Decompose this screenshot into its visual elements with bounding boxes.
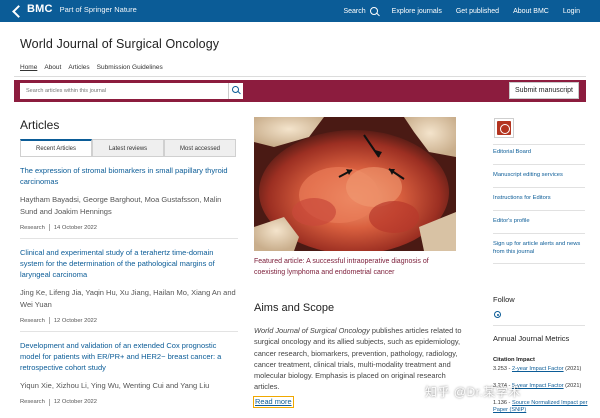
tab-latest-reviews[interactable]: Latest reviews bbox=[92, 139, 164, 156]
search-icon bbox=[232, 86, 239, 93]
sidebar-instructions-editors[interactable]: Instructions for Editors bbox=[493, 194, 585, 202]
springer-nature-tagline: Part of Springer Nature bbox=[59, 4, 137, 14]
submit-manuscript-button[interactable]: Submit manuscript bbox=[509, 82, 579, 99]
article-authors: Yiqun Xie, Xizhou Li, Ying Wu, Wenting C… bbox=[20, 381, 210, 390]
list-item: Clinical and experimental study of a ter… bbox=[20, 247, 238, 324]
featured-article-caption[interactable]: Featured article: A successful intraoper… bbox=[254, 257, 459, 278]
article-title-link[interactable]: Development and validation of an extende… bbox=[20, 340, 238, 373]
article-title-link[interactable]: Clinical and experimental study of a ter… bbox=[20, 247, 238, 280]
featured-article-image[interactable] bbox=[254, 117, 456, 251]
rss-icon[interactable] bbox=[494, 311, 501, 318]
subnav-home[interactable]: Home bbox=[20, 64, 37, 71]
article-meta: Research 12 October 2022 bbox=[20, 398, 238, 406]
bmc-brand-text: BMC bbox=[27, 3, 53, 15]
header-divider bbox=[14, 76, 586, 77]
top-nav-about-bmc[interactable]: About BMC bbox=[513, 8, 549, 15]
journal-metrics-heading: Annual Journal Metrics bbox=[493, 334, 570, 343]
sidebar-divider bbox=[493, 325, 585, 326]
journal-logo bbox=[494, 118, 514, 138]
subnav-submission-guidelines[interactable]: Submission Guidelines bbox=[97, 64, 163, 71]
impact-factor-2yr-link[interactable]: 2-year Impact Factor bbox=[512, 366, 564, 372]
sidebar-divider bbox=[493, 144, 585, 145]
article-date: 14 October 2022 bbox=[53, 224, 97, 231]
list-item: The expression of stromal biomarkers in … bbox=[20, 165, 238, 231]
article-meta: Research 14 October 2022 bbox=[20, 224, 238, 231]
article-type: Research bbox=[20, 317, 45, 324]
aims-scope-heading: Aims and Scope bbox=[254, 302, 335, 314]
search-icon bbox=[369, 7, 378, 15]
journal-seal-icon bbox=[497, 121, 511, 135]
meta-separator bbox=[48, 398, 50, 406]
articles-tabs: Recent Articles Latest reviews Most acce… bbox=[20, 139, 236, 157]
article-divider bbox=[20, 331, 238, 332]
bmc-chevron-icon bbox=[14, 4, 24, 14]
article-type: Research bbox=[20, 399, 45, 405]
featured-image-graphic bbox=[254, 117, 456, 251]
journal-title[interactable]: World Journal of Surgical Oncology bbox=[20, 37, 219, 51]
list-item: Development and validation of an extende… bbox=[20, 340, 238, 406]
read-more-link[interactable]: Read more bbox=[253, 396, 294, 408]
article-title-link[interactable]: The expression of stromal biomarkers in … bbox=[20, 165, 238, 187]
aims-scope-body: publishes articles related to surgical o… bbox=[254, 326, 462, 392]
bmc-logo[interactable]: BMC Part of Springer Nature bbox=[14, 3, 137, 15]
bmc-top-bar: BMC Part of Springer Nature Search Explo… bbox=[0, 0, 600, 22]
journal-name-italic: World Journal of Surgical Oncology bbox=[254, 326, 370, 335]
article-type: Research bbox=[20, 224, 45, 231]
sidebar-article-alerts[interactable]: Sign up for article alerts and news from… bbox=[493, 240, 585, 256]
top-nav-login[interactable]: Login bbox=[563, 8, 580, 15]
sidebar-divider bbox=[493, 233, 585, 234]
top-nav-get-published[interactable]: Get published bbox=[456, 8, 499, 15]
article-date: 12 October 2022 bbox=[53, 399, 97, 405]
top-nav: Search Explore journals Get published Ab… bbox=[329, 0, 580, 22]
meta-separator bbox=[48, 317, 50, 324]
sidebar-divider bbox=[493, 164, 585, 165]
top-nav-explore-journals[interactable]: Explore journals bbox=[392, 8, 442, 15]
article-date: 12 October 2022 bbox=[53, 317, 97, 324]
sidebar-editorial-board[interactable]: Editorial Board bbox=[493, 148, 585, 156]
search-submit-button[interactable] bbox=[228, 83, 243, 99]
tab-recent-articles[interactable]: Recent Articles bbox=[20, 139, 92, 156]
meta-separator bbox=[48, 224, 50, 231]
article-authors: Jing Ke, Lifeng Jia, Yaqin Hu, Xu Jiang,… bbox=[20, 288, 236, 309]
follow-heading: Follow bbox=[493, 295, 515, 304]
sidebar-divider bbox=[493, 187, 585, 188]
journal-subnav: Home About Articles Submission Guideline… bbox=[20, 64, 170, 71]
citation-impact-label: Citation Impact bbox=[493, 357, 535, 363]
tab-most-accessed[interactable]: Most accessed bbox=[164, 139, 236, 156]
articles-heading: Articles bbox=[20, 118, 60, 132]
journal-search-input[interactable] bbox=[20, 83, 229, 99]
article-meta: Research 12 October 2022 bbox=[20, 317, 238, 324]
sidebar-divider bbox=[493, 210, 585, 211]
article-divider bbox=[20, 238, 238, 239]
top-nav-search[interactable]: Search bbox=[343, 7, 378, 15]
sidebar-manuscript-editing[interactable]: Manuscript editing services bbox=[493, 171, 585, 179]
metric-impact-factor-2yr: 3.253 - 2-year Impact Factor (2021) bbox=[493, 366, 582, 372]
article-authors: Haytham Bayadsi, George Barghout, Moa Gu… bbox=[20, 195, 222, 216]
sidebar-divider bbox=[493, 263, 585, 264]
subnav-about[interactable]: About bbox=[44, 64, 61, 71]
subnav-articles[interactable]: Articles bbox=[68, 64, 89, 71]
metric-snip: 1.136 - Source Normalized Impact per Pap… bbox=[493, 400, 588, 414]
zhihu-watermark: 知乎 @Dr.某学术 bbox=[425, 385, 521, 399]
sidebar-editor-profile[interactable]: Editor's profile bbox=[493, 217, 585, 225]
